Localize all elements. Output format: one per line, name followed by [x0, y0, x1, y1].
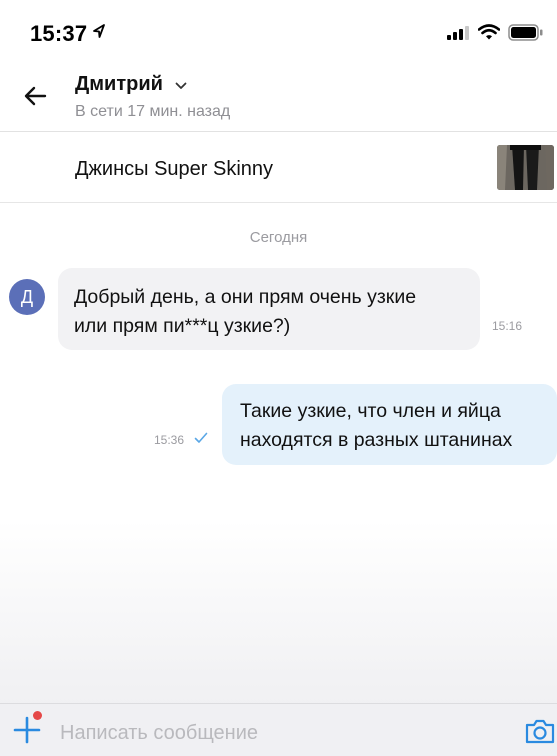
message-outgoing[interactable]: Такие узкие, что член и яйца находятся в…: [222, 384, 557, 465]
back-arrow-icon[interactable]: [20, 80, 52, 112]
message-line: Добрый день, а они прям очень узкие: [74, 286, 417, 308]
message-composer: [0, 703, 557, 756]
contact-status: В сети 17 мин. назад: [75, 103, 231, 120]
date-separator: Сегодня: [249, 229, 308, 246]
chat-header: Дмитрий В сети 17 мин. назад: [0, 62, 557, 132]
message-line: Такие узкие, что член и яйца: [240, 400, 501, 422]
message-text: Добрый день, а они прям очень узкие или …: [74, 283, 416, 341]
message-time: 15:16: [492, 319, 523, 333]
message-input[interactable]: [60, 720, 500, 746]
camera-icon[interactable]: [524, 716, 556, 746]
message-incoming[interactable]: Добрый день, а они прям очень узкие или …: [58, 268, 522, 350]
product-thumbnail[interactable]: [497, 145, 554, 190]
notification-dot: [33, 711, 42, 720]
signal-icon: [447, 26, 469, 40]
battery-icon: [508, 24, 543, 41]
product-bar[interactable]: Джинсы Super Skinny: [0, 132, 557, 203]
chevron-down-icon[interactable]: [175, 82, 187, 90]
wifi-icon: [478, 24, 500, 40]
message-line: или прям пи***ц узкие?): [74, 315, 291, 337]
status-bar: 15:37: [0, 0, 557, 62]
read-check-icon: [194, 432, 208, 443]
contact-name[interactable]: Дмитрий: [75, 73, 163, 96]
message-time: 15:36: [154, 433, 185, 447]
message-line: находятся в разных штанинах: [240, 429, 513, 451]
avatar[interactable]: Д: [9, 279, 45, 315]
message-text: Такие узкие, что член и яйца находятся в…: [240, 397, 512, 455]
status-time: 15:37: [30, 21, 88, 46]
location-arrow-icon: [93, 24, 105, 38]
product-title[interactable]: Джинсы Super Skinny: [75, 158, 273, 181]
